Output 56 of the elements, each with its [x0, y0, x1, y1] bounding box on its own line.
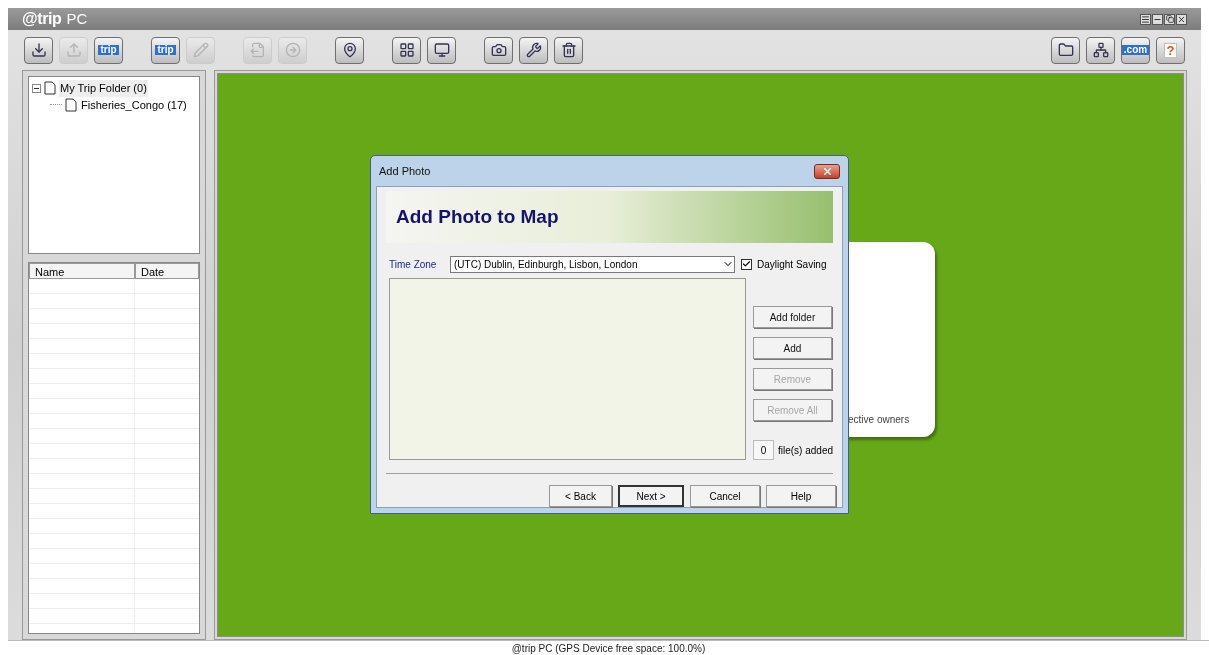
- column-header[interactable]: Name: [29, 263, 135, 279]
- dialog-button[interactable]: < Back: [549, 485, 612, 507]
- status-text: @trip PC (GPS Device free space: 100.0%): [511, 642, 706, 655]
- toolbar-button[interactable]: trip: [94, 36, 123, 64]
- dialog-button[interactable]: Add folder: [752, 306, 832, 328]
- monitor-icon: [433, 42, 450, 58]
- upload-icon: [65, 42, 82, 58]
- toolbar-button[interactable]: [335, 36, 364, 64]
- document-icon: [65, 97, 77, 112]
- tree-item[interactable]: My Trip Folder (0): [59, 80, 148, 97]
- toolbar-button[interactable]: [519, 36, 548, 64]
- grid-icon: [398, 42, 415, 58]
- trash-icon: [560, 42, 577, 58]
- document-icon: [44, 81, 56, 96]
- dialog-button[interactable]: Next >: [618, 485, 684, 507]
- app-logo: @trip: [22, 9, 62, 29]
- count-field: 0: [752, 440, 774, 460]
- toolbar-button[interactable]: [1051, 36, 1080, 64]
- toolbar-button[interactable]: trip: [151, 36, 180, 64]
- window-title: PC: [66, 8, 88, 29]
- toolbar-button[interactable]: [1086, 36, 1115, 64]
- camera-icon: [490, 42, 507, 58]
- toolbar-button[interactable]: .com: [1121, 36, 1150, 64]
- folder-icon: [1057, 42, 1074, 58]
- dialog-button[interactable]: Help: [766, 485, 836, 507]
- restore-icon[interactable]: [1164, 13, 1175, 25]
- collapse-icon[interactable]: [32, 83, 41, 93]
- time-zone-select[interactable]: (UTC) Dublin, Edinburgh, Lisbon, London: [450, 255, 735, 273]
- toolbar-button[interactable]: [427, 36, 456, 64]
- card-text: ective owners: [848, 413, 910, 427]
- toolbar-button[interactable]: ?: [1156, 36, 1185, 64]
- close-icon[interactable]: [1176, 13, 1187, 25]
- tree-item[interactable]: Fisheries_Congo (17): [80, 96, 188, 113]
- daylight-checkbox[interactable]: [741, 258, 752, 270]
- dialog-heading: Add Photo to Map: [396, 204, 559, 229]
- toolbar-button[interactable]: [392, 36, 421, 64]
- file-icon: [249, 42, 266, 58]
- toolbar-button[interactable]: [484, 36, 513, 64]
- pin-icon: [341, 42, 358, 58]
- dialog-title: Add Photo: [379, 163, 431, 179]
- download-icon: [30, 42, 47, 58]
- field-label: Time Zone: [389, 257, 438, 272]
- count-label: file(s) added: [777, 443, 833, 458]
- checkbox-label: Daylight Saving: [757, 257, 827, 272]
- network-icon: [1092, 42, 1109, 58]
- dialog-button[interactable]: Add: [752, 337, 832, 359]
- toolbar-button[interactable]: [24, 36, 53, 64]
- pencil-icon: [192, 42, 209, 58]
- close-icon: [821, 165, 833, 177]
- column-header[interactable]: Date: [135, 263, 199, 279]
- wrench-icon: [525, 42, 542, 58]
- menu-icon[interactable]: [1140, 13, 1151, 25]
- close-button[interactable]: [814, 163, 840, 179]
- minimize-icon[interactable]: [1152, 13, 1163, 25]
- dialog-button[interactable]: Cancel: [690, 485, 760, 507]
- toolbar-button[interactable]: [554, 36, 583, 64]
